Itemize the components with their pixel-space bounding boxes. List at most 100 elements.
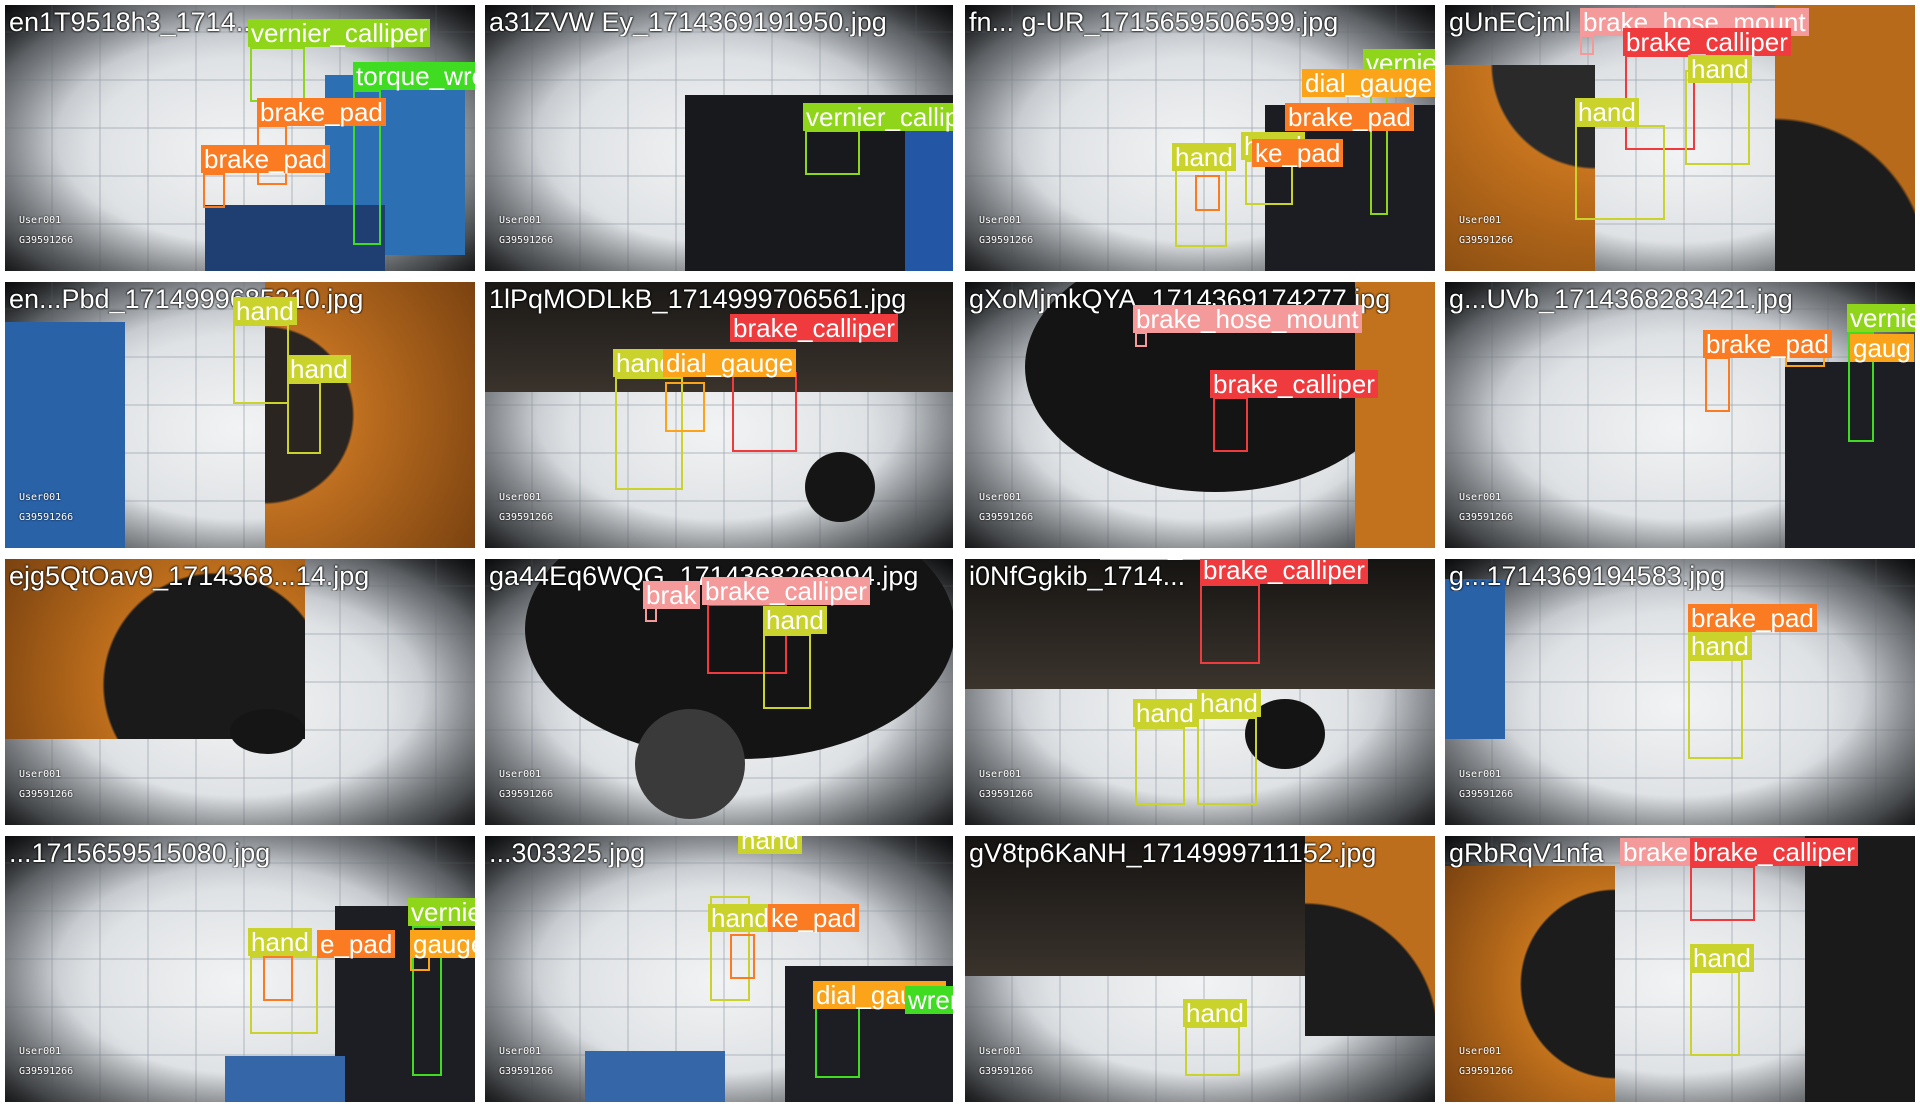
watermark-user: User001 — [979, 1046, 1022, 1057]
label-dial-gauge: dial_gauge — [663, 349, 797, 377]
tile-3[interactable]: fn... g-UR_1715659506599.jpg User001 G39… — [965, 5, 1435, 271]
wheel — [230, 709, 305, 754]
watermark-id: G39591266 — [979, 1066, 1034, 1077]
watermark-id: G39591266 — [19, 789, 74, 800]
label-wrench: wrench — [905, 986, 953, 1014]
bbox-brake-calliper — [1690, 866, 1755, 921]
car-fender — [1775, 5, 1915, 271]
label-brake-calliper: brake_calliper — [702, 577, 870, 605]
watermark-user: User001 — [19, 769, 62, 780]
bbox-hand — [763, 634, 811, 709]
bbox-hand — [1135, 727, 1185, 805]
label-hand: hand — [708, 904, 772, 932]
bbox-hand — [1690, 971, 1740, 1056]
tile-2[interactable]: a31ZVW Ey_1714369191950.jpg User001 G395… — [485, 5, 953, 271]
label-brake-hose-mount: brake — [1620, 838, 1692, 866]
tile-5[interactable]: en...Pbd_1714999685210.jpg User001 G3959… — [5, 282, 475, 548]
tile-13[interactable]: ...1715659515080.jpg User001 G39591266 v… — [5, 836, 475, 1102]
filename: ejg5QtOav9_1714368...14.jpg — [9, 561, 370, 591]
label-vernier-calliper: vernier_calliper — [248, 19, 431, 47]
bbox-dial-gauge — [665, 382, 705, 432]
car-fender — [1355, 282, 1435, 548]
watermark-id: G39591266 — [499, 512, 554, 523]
tile-15[interactable]: gV8tp6KaNH_1714999711152.jpg User001 G39… — [965, 836, 1435, 1102]
watermark-user: User001 — [979, 492, 1022, 503]
filename: 1lPqMODLkB_1714999706561.jpg — [489, 284, 907, 314]
car-body — [1805, 836, 1915, 1102]
watermark-user: User001 — [499, 492, 542, 503]
label-hand: hand — [738, 836, 802, 854]
bbox-hand — [1575, 125, 1665, 220]
watermark-id: G39591266 — [19, 512, 74, 523]
filename: a31ZVW Ey_1714369191950.jpg — [489, 7, 887, 37]
watermark-user: User001 — [19, 1046, 62, 1057]
tile-11[interactable]: i0NfGgkib_1714... User001 G39591266 brak… — [965, 559, 1435, 825]
label-hand: hand — [1690, 944, 1754, 972]
bbox-brake-pad — [263, 956, 293, 1001]
label-vernier-calliper: vernier_calliper — [408, 898, 475, 926]
filename: g...1714369194583.jpg — [1449, 561, 1726, 591]
label-vernier-calliper: vernier_calliper — [803, 103, 953, 131]
label-hand: hand — [1575, 98, 1639, 126]
tile-6[interactable]: 1lPqMODLkB_1714999706561.jpg User001 G39… — [485, 282, 953, 548]
watermark-id: G39591266 — [19, 1066, 74, 1077]
tile-8[interactable]: g...UVb_1714368283421.jpg User001 G39591… — [1445, 282, 1915, 548]
label-hand: hand — [763, 606, 827, 634]
bbox-hand — [287, 382, 321, 454]
label-hand: hand — [1688, 632, 1752, 660]
watermark-user: User001 — [19, 492, 62, 503]
watermark-user: User001 — [1459, 769, 1502, 780]
tile-9[interactable]: ejg5QtOav9_1714368...14.jpg User001 G395… — [5, 559, 475, 825]
watermark-id: G39591266 — [1459, 512, 1514, 523]
watermark-user: User001 — [1459, 492, 1502, 503]
shirt — [585, 1051, 725, 1102]
label-brake-pad: ke_pad — [768, 904, 860, 932]
tile-14[interactable]: ...303325.jpg User001 G39591266 hand han… — [485, 836, 953, 1102]
bbox-dial-gauge — [815, 1006, 860, 1078]
label-brake-pad: brake_pad — [257, 98, 386, 126]
label-brake-pad: ke_pad — [1252, 139, 1344, 167]
label-brake-pad: brake_pad — [1285, 103, 1414, 131]
label-hand: hand — [1133, 699, 1197, 727]
cart-side — [905, 125, 953, 271]
label-hand: hand — [1688, 55, 1752, 83]
tile-1[interactable]: en1T9518h3_1714... User001 G39591266 ver… — [5, 5, 475, 271]
label-hand: hand — [1172, 143, 1236, 171]
filename: gV8tp6KaNH_1714999711152.jpg — [969, 838, 1377, 868]
filename: g...UVb_1714368283421.jpg — [1449, 284, 1793, 314]
bbox-hand — [1185, 1026, 1240, 1076]
tile-12[interactable]: g...1714369194583.jpg User001 G39591266 … — [1445, 559, 1915, 825]
watermark-user: User001 — [19, 215, 62, 226]
wheel — [805, 452, 875, 522]
label-brake-pad: e_pad — [317, 930, 396, 958]
bbox-brake-calliper — [732, 372, 797, 452]
tile-16[interactable]: gRbRqV1nfa User001 G39591266 brake brake… — [1445, 836, 1915, 1102]
detection-grid: en1T9518h3_1714... User001 G39591266 ver… — [0, 0, 1920, 1108]
tile-10[interactable]: ga44Eq6WQG_1714368268994.jpg User001 G39… — [485, 559, 953, 825]
watermark-id: G39591266 — [979, 512, 1034, 523]
label-torque-wrench: torque_wrench — [353, 62, 475, 90]
watermark-id: G39591266 — [19, 235, 74, 246]
label-brake-calliper: brake_calliper — [1200, 559, 1368, 584]
watermark-id: G39591266 — [499, 235, 554, 246]
bbox-brake-pad — [1705, 357, 1730, 412]
tile-4[interactable]: gUnECjml User001 G39591266 brake_hose_mo… — [1445, 5, 1915, 271]
watermark-id: G39591266 — [1459, 789, 1514, 800]
label-brake-calliper: brake_calliper — [1210, 370, 1378, 398]
watermark-user: User001 — [1459, 215, 1502, 226]
bbox-brake-pad — [203, 173, 225, 208]
tile-7[interactable]: gXoMjmkQYA_1714369174277.jpg User001 G39… — [965, 282, 1435, 548]
watermark-id: G39591266 — [1459, 235, 1514, 246]
bbox-hand — [1688, 659, 1743, 759]
brake-disc — [635, 709, 745, 819]
watermark-id: G39591266 — [499, 789, 554, 800]
watermark-user: User001 — [499, 215, 542, 226]
label-hand: hand — [287, 355, 351, 383]
watermark-id: G39591266 — [979, 235, 1034, 246]
label-brake-pad: brake_pad — [201, 145, 330, 173]
watermark-user: User001 — [979, 769, 1022, 780]
bbox-brake-hose-mount — [1580, 35, 1594, 55]
label-brake-pad: brake_pad — [1703, 330, 1832, 358]
watermark-id: G39591266 — [1459, 1066, 1514, 1077]
label-dial-gauge: gauge — [410, 930, 475, 958]
